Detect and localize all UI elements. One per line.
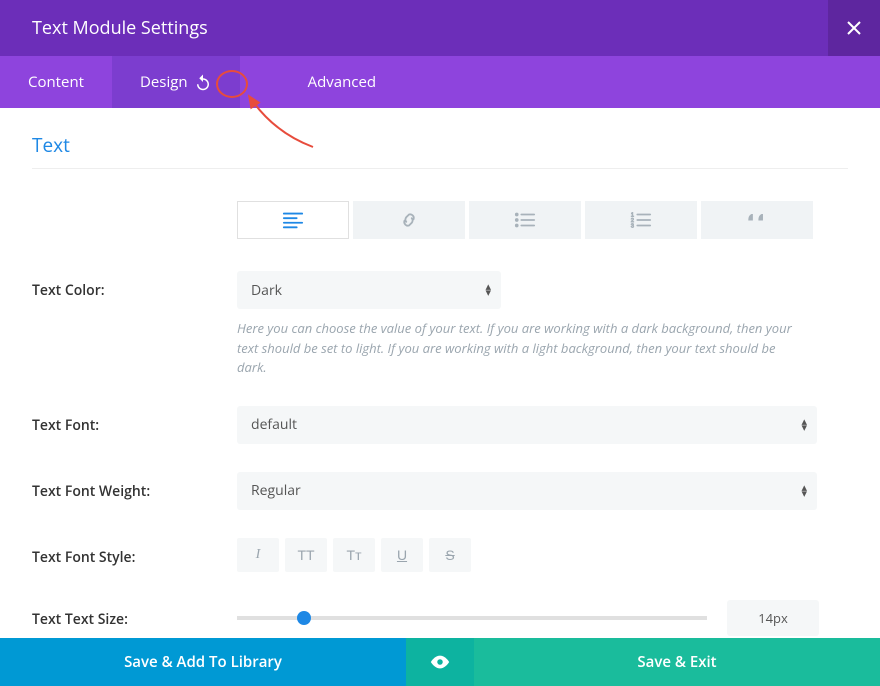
svg-text:3: 3 (631, 223, 634, 229)
field-text-color: Text Color: Dark ▴▾ Here you can choose … (32, 271, 848, 378)
field-text-weight: Text Font Weight: Regular ▴▾ (32, 472, 848, 510)
modal-title: Text Module Settings (32, 16, 208, 40)
label-text-color: Text Color: (32, 271, 237, 300)
size-slider[interactable] (237, 616, 707, 620)
eye-icon (429, 654, 451, 670)
link-icon (398, 210, 420, 230)
tab-content[interactable]: Content (0, 56, 112, 108)
close-icon (847, 21, 861, 35)
list-ul-icon (514, 210, 536, 230)
select-text-weight[interactable]: Regular ▴▾ (237, 472, 817, 510)
style-strikethrough-button[interactable]: S (429, 538, 471, 572)
paragraph-icon (282, 210, 304, 230)
tab-advanced[interactable]: Advanced (280, 56, 404, 108)
select-text-color[interactable]: Dark ▴▾ (237, 271, 501, 309)
tab-bar: Content Design Advanced (0, 56, 880, 108)
subtab-quote[interactable] (701, 201, 813, 239)
footer-bar: Save & Add To Library Save & Exit (0, 638, 880, 686)
subtab-ol[interactable]: 123 (585, 201, 697, 239)
subtab-paragraph[interactable] (237, 201, 349, 239)
style-smallcaps-button[interactable]: Tᴛ (333, 538, 375, 572)
select-arrows-icon: ▴▾ (485, 284, 491, 296)
reset-icon[interactable] (194, 73, 212, 91)
save-exit-button[interactable]: Save & Exit (474, 638, 880, 686)
slider-thumb[interactable] (297, 611, 311, 625)
preview-button[interactable] (406, 638, 474, 686)
list-ol-icon: 123 (630, 210, 652, 230)
select-text-color-value: Dark (251, 281, 282, 300)
label-text-size: Text Text Size: (32, 600, 237, 629)
field-text-size: Text Text Size: 14px (32, 600, 848, 636)
label-text-style: Text Font Style: (32, 538, 237, 567)
select-arrows-icon: ▴▾ (801, 485, 807, 497)
select-arrows-icon: ▴▾ (801, 419, 807, 431)
style-italic-button[interactable]: I (237, 538, 279, 572)
section-title: Text (32, 132, 848, 168)
field-text-font: Text Font: default ▴▾ (32, 406, 848, 444)
close-button[interactable] (828, 0, 880, 56)
modal-header: Text Module Settings (0, 0, 880, 56)
style-underline-button[interactable]: U (381, 538, 423, 572)
save-add-library-button[interactable]: Save & Add To Library (0, 638, 406, 686)
field-text-style: Text Font Style: I TT Tᴛ U S (32, 538, 848, 572)
panel-body: Text 123 Text Color: Dark ▴▾ Here y (0, 108, 880, 648)
tab-design[interactable]: Design (112, 56, 240, 108)
label-text-font: Text Font: (32, 406, 237, 435)
tab-design-label: Design (140, 72, 188, 92)
text-subtabs: 123 (237, 201, 848, 239)
select-text-font[interactable]: default ▴▾ (237, 406, 817, 444)
style-uppercase-button[interactable]: TT (285, 538, 327, 572)
help-text-color: Here you can choose the value of your te… (237, 319, 797, 378)
quote-icon (746, 210, 768, 230)
subtab-link[interactable] (353, 201, 465, 239)
select-text-font-value: default (251, 415, 297, 434)
subtab-ul[interactable] (469, 201, 581, 239)
select-text-weight-value: Regular (251, 481, 301, 500)
size-value[interactable]: 14px (727, 600, 819, 636)
section-divider (32, 168, 848, 169)
label-text-weight: Text Font Weight: (32, 472, 237, 501)
